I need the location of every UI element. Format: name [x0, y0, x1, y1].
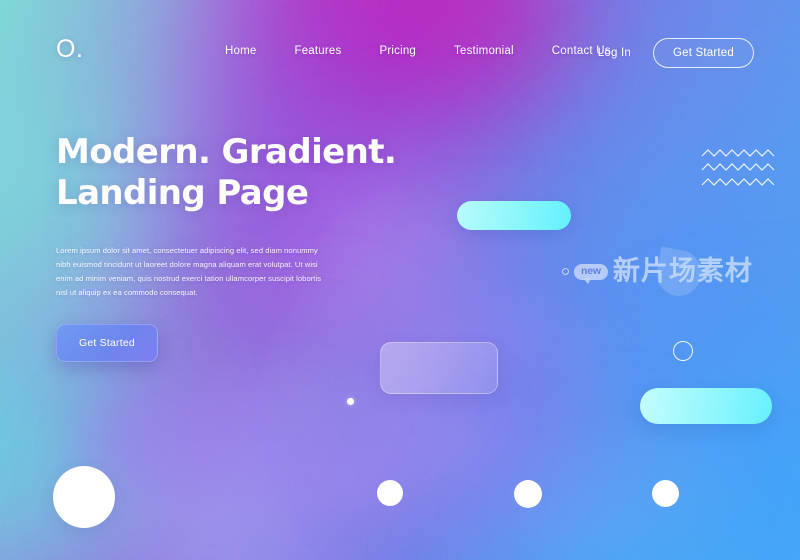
nav-item-testimonial[interactable]: Testimonial [454, 45, 514, 57]
landing-page-canvas: O. Home Features Pricing Testimonial Con… [0, 0, 800, 560]
nav-item-pricing[interactable]: Pricing [379, 45, 416, 57]
watermark-new-badge: new [574, 263, 608, 284]
decorative-circle-small-2 [514, 480, 542, 508]
hero-get-started-button[interactable]: Get Started [56, 323, 158, 362]
navbar: O. Home Features Pricing Testimonial Con… [0, 0, 800, 104]
watermark: new 新片场素材 [562, 246, 753, 300]
nav-get-started-button[interactable]: Get Started [652, 38, 754, 68]
decorative-pill-bottom [640, 388, 772, 424]
hero-title: Modern. Gradient. Landing Page [56, 132, 397, 213]
hero-paragraph: Lorem ipsum dolor sit amet, consectetuer… [56, 245, 322, 297]
decorative-ring-circle [673, 341, 693, 361]
watermark-ring-icon [562, 268, 569, 275]
decorative-dot [347, 398, 354, 405]
watermark-text: 新片场素材 [612, 256, 753, 287]
zigzag-wave-icon [701, 149, 775, 186]
hero-section: Modern. Gradient. Landing Page Lorem ips… [56, 132, 486, 362]
nav-actions: Log In Get Started [598, 38, 754, 68]
login-link[interactable]: Log In [598, 47, 631, 59]
decorative-circle-large [53, 466, 115, 528]
nav-item-features[interactable]: Features [294, 45, 341, 57]
decorative-circle-small-1 [377, 480, 403, 506]
nav-links: Home Features Pricing Testimonial Contac… [225, 45, 611, 57]
decorative-circle-small-3 [652, 480, 679, 507]
brand-logo[interactable]: O. [56, 35, 83, 64]
nav-item-home[interactable]: Home [225, 45, 256, 57]
